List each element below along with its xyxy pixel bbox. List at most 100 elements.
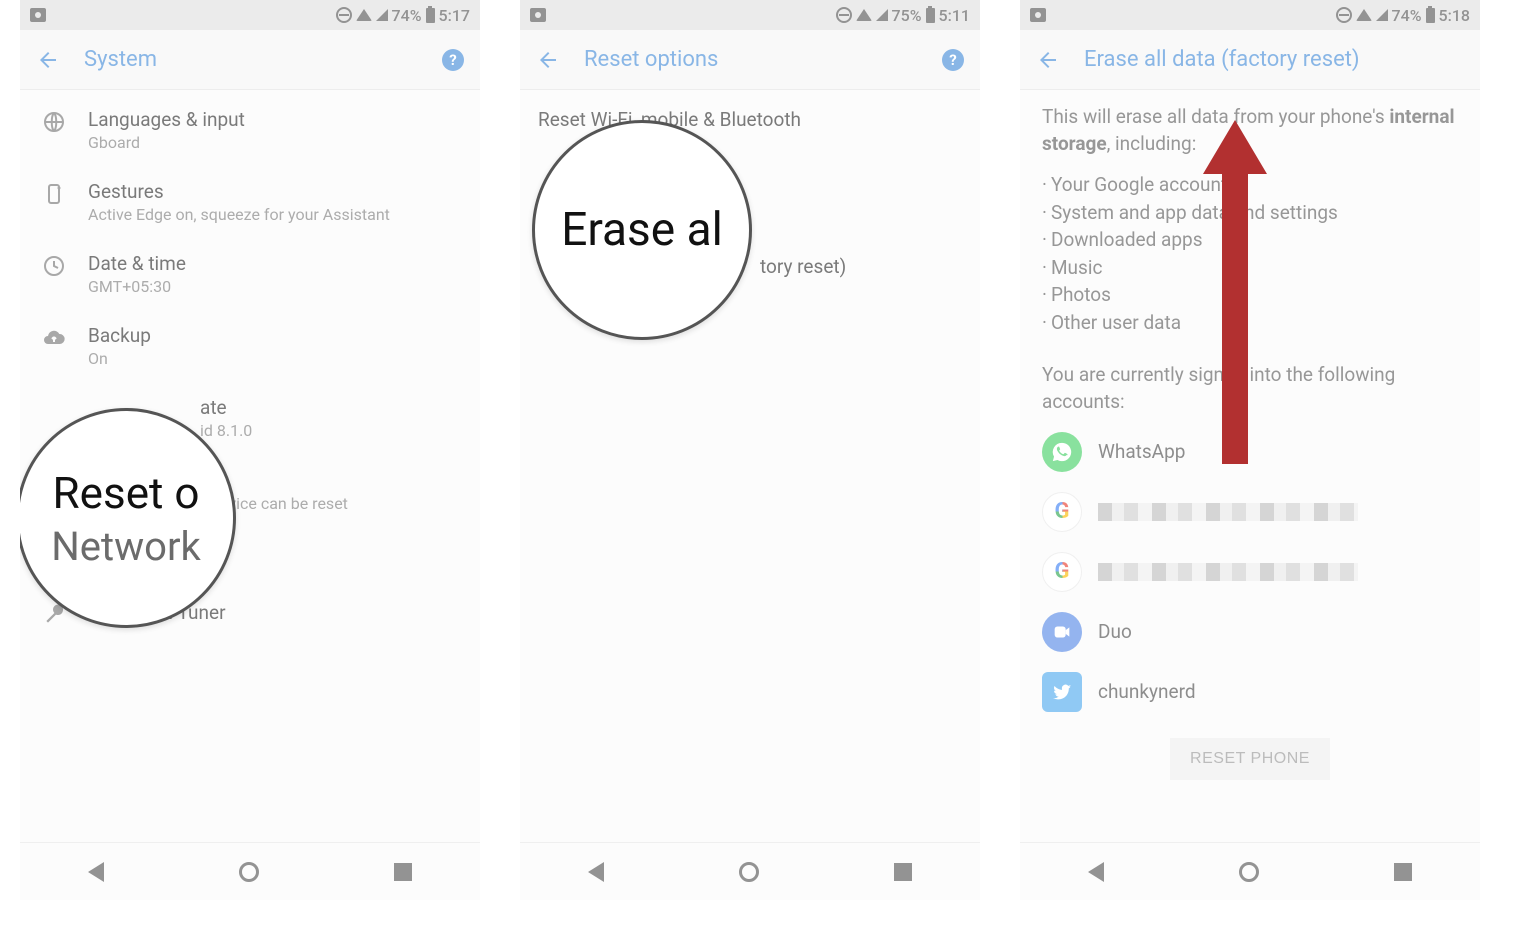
bullet: Music [1042,254,1458,282]
nav-bar [20,842,480,900]
account-row: WhatsApp [1020,422,1480,482]
bullet: Your Google account [1042,171,1458,199]
cell-icon [1376,9,1388,21]
nav-bar [1020,842,1480,900]
account-row: G [1020,542,1480,602]
row-label: ate [200,396,252,419]
clock: 5:11 [939,6,971,25]
dnd-icon [836,7,852,23]
magnifier-line2: Network [51,523,201,570]
nav-home-button[interactable] [739,862,759,882]
back-button[interactable] [36,48,60,72]
battery-pct: 75% [892,6,922,25]
row-sublabel: id 8.1.0 [200,421,252,440]
magnifier-erase-all: Erase al [532,120,752,340]
screen-system: 74% 5:17 System ? Languages & input Gboa… [20,0,480,900]
row-label: tory reset) [760,255,962,278]
erase-list: Your Google account System and app data … [1020,171,1480,344]
account-label: chunkynerd [1098,680,1196,703]
row-label: Backup [88,324,151,347]
bullet: System and app data and settings [1042,199,1458,227]
nav-back-button[interactable] [88,862,104,882]
globe-icon [38,110,70,134]
battery-icon [1426,8,1435,23]
magnifier-reset-options: Reset o Network [20,408,236,628]
dnd-icon [336,7,352,23]
help-button[interactable]: ? [442,49,464,71]
account-label: Duo [1098,620,1132,643]
account-label: WhatsApp [1098,440,1185,463]
wifi-icon [356,9,372,21]
nav-bar [520,842,980,900]
row-label: Date & time [88,252,186,275]
row-sublabel: evice can be reset [220,494,348,513]
row-sublabel: Gboard [88,133,245,152]
nav-home-button[interactable] [239,862,259,882]
bullet: Downloaded apps [1042,226,1458,254]
twitter-icon [1042,672,1082,712]
page-title: Reset options [584,47,942,72]
duo-icon [1042,612,1082,652]
row-backup[interactable]: Backup On [20,310,480,382]
account-row: G [1020,482,1480,542]
google-icon: G [1042,492,1082,532]
app-bar: System ? [20,30,480,90]
battery-icon [926,8,935,23]
account-label-redacted [1098,503,1358,521]
status-bar: 74% 5:17 [20,0,480,30]
wifi-icon [1356,9,1372,21]
intro-pre: This will erase all data from your phone… [1042,105,1389,128]
reset-phone-button[interactable]: RESET PHONE [1170,738,1330,780]
photo-icon [1030,8,1046,22]
nav-home-button[interactable] [1239,862,1259,882]
nav-recent-button[interactable] [1394,863,1412,881]
cell-icon [376,9,388,21]
row-sublabel: GMT+05:30 [88,277,186,296]
gesture-icon [38,182,70,206]
magnifier-line1: Erase al [561,203,723,257]
bullet: Other user data [1042,309,1458,337]
intro-text: This will erase all data from your phone… [1020,90,1480,171]
back-button[interactable] [536,48,560,72]
nav-recent-button[interactable] [394,863,412,881]
app-bar: Erase all data (factory reset) [1020,30,1480,90]
row-languages[interactable]: Languages & input Gboard [20,94,480,166]
screen-factory-reset: 74% 5:18 Erase all data (factory reset) … [1020,0,1480,900]
row-label: Gestures [88,180,390,203]
nav-recent-button[interactable] [894,863,912,881]
battery-pct: 74% [1392,6,1422,25]
row-gestures[interactable]: Gestures Active Edge on, squeeze for you… [20,166,480,238]
cell-icon [876,9,888,21]
clock: 5:17 [439,6,471,25]
photo-icon [30,8,46,22]
page-title: System [84,47,442,72]
back-button[interactable] [1036,48,1060,72]
screen-reset-options: 75% 5:11 Reset options ? Reset Wi-Fi, mo… [520,0,980,900]
account-row: chunkynerd [1020,662,1480,722]
battery-icon [426,8,435,23]
status-bar: 74% 5:18 [1020,0,1480,30]
row-label: Languages & input [88,108,245,131]
account-label-redacted [1098,563,1358,581]
whatsapp-icon [1042,432,1082,472]
account-list: WhatsApp G G Duo chunkynerd [1020,422,1480,722]
magnifier-line1: Reset o [53,467,200,519]
status-bar: 75% 5:11 [520,0,980,30]
photo-icon [530,8,546,22]
clock: 5:18 [1439,6,1471,25]
battery-pct: 74% [392,6,422,25]
help-button[interactable]: ? [942,49,964,71]
page-title: Erase all data (factory reset) [1084,47,1464,72]
nav-back-button[interactable] [1088,862,1104,882]
nav-back-button[interactable] [588,862,604,882]
row-sublabel: On [88,349,151,368]
row-datetime[interactable]: Date & time GMT+05:30 [20,238,480,310]
cloud-up-icon [38,326,70,350]
intro-post: , including: [1107,132,1197,155]
wifi-icon [856,9,872,21]
google-icon: G [1042,552,1082,592]
account-row: Duo [1020,602,1480,662]
app-bar: Reset options ? [520,30,980,90]
signed-in-text: You are currently signed into the follow… [1020,344,1480,421]
bullet: Photos [1042,281,1458,309]
